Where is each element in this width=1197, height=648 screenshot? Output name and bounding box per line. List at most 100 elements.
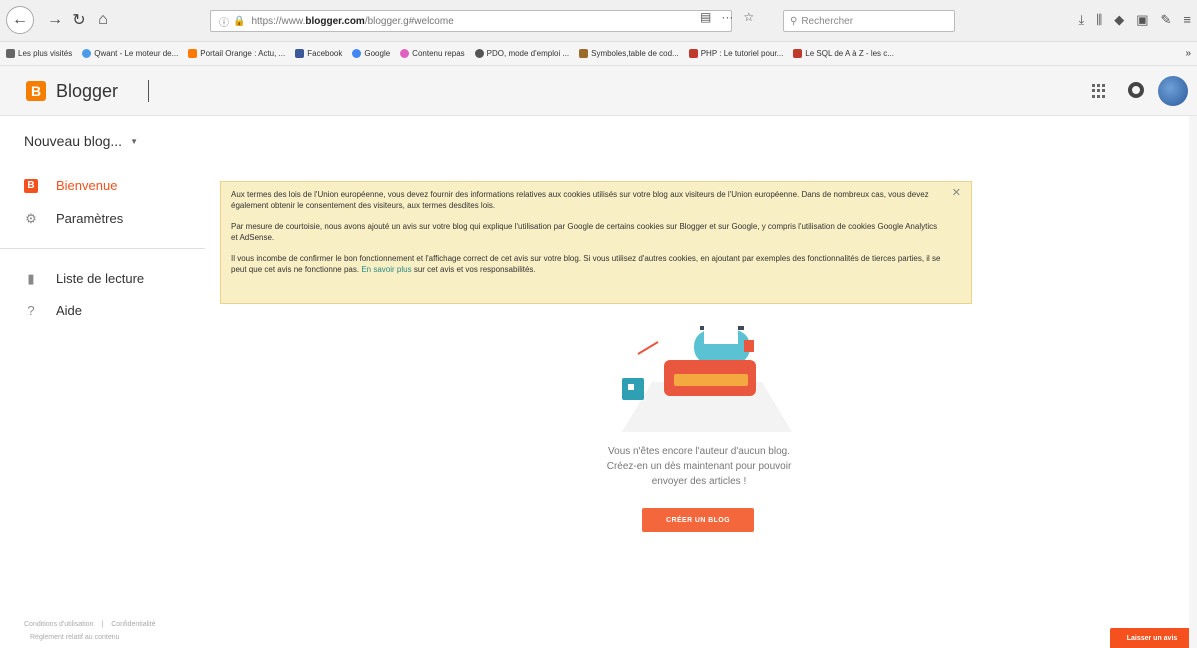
download-icon[interactable]: ⤓ [1078, 12, 1084, 28]
typewriter-illustration [622, 326, 792, 432]
openclassrooms-icon [688, 49, 698, 58]
home-button[interactable]: ⌂ [90, 7, 116, 33]
bookmark-item[interactable]: Facebook [295, 49, 342, 58]
bookmark-label: Portail Orange : Actu, ... [200, 49, 286, 58]
sidebar-item-bienvenue[interactable]: B Bienvenue [24, 178, 117, 193]
avatar[interactable] [1158, 76, 1188, 106]
terms-link[interactable]: Conditions d'utilisation [24, 621, 93, 628]
url-actions: ▤ ··· ☆ [700, 10, 754, 24]
facebook-icon [295, 49, 305, 58]
app-header: B Blogger [0, 66, 1197, 116]
url-host: blogger.com [305, 15, 365, 27]
notice-paragraph-2: Par mesure de courtoisie, nous avons ajo… [231, 222, 938, 242]
bookmark-item[interactable]: Portail Orange : Actu, ... [188, 49, 285, 58]
notice-paragraph-1: Aux termes des lois de l'Union européenn… [231, 190, 929, 210]
gear-icon [6, 49, 15, 58]
bookmark-star-icon[interactable]: ☆ [743, 10, 754, 24]
reload-button[interactable]: ↻ [66, 7, 92, 33]
bookmark-item[interactable]: Qwant - Le moteur de... [82, 49, 178, 58]
blog-selector[interactable]: Nouveau blog... ▼ [24, 133, 138, 149]
notice-paragraph-3: Il vous incombe de confirmer le bon fonc… [231, 253, 941, 275]
bookmark-label: PHP : Le tutoriel pour... [700, 49, 784, 58]
content-policy-link[interactable]: Règlement relatif au contenu [30, 634, 120, 641]
bookmark-item[interactable]: Google [352, 49, 390, 58]
info-icon[interactable]: ⓘ [219, 14, 229, 29]
scrollbar[interactable] [1189, 116, 1197, 648]
globe-icon [474, 49, 484, 58]
more-bookmarks-icon[interactable]: » [1185, 48, 1191, 59]
sidebar-item-label: Liste de lecture [56, 271, 145, 286]
blog-selector-label: Nouveau blog... [24, 133, 123, 149]
close-icon[interactable]: ✕ [952, 188, 961, 199]
empty-line-1: Vous n'êtes encore l'auteur d'aucun blog… [608, 446, 790, 457]
bookmarks-bar: Les plus visités Qwant - Le moteur de...… [0, 42, 1197, 66]
sync-icon[interactable]: ✎ [1161, 12, 1172, 28]
toolbar-right-icons: ⤓ ⫼ ◆ ▣ ✎ ≡ [1078, 12, 1191, 28]
empty-line-3: envoyer des articles ! [651, 476, 747, 487]
bookmark-item[interactable]: Les plus visités [6, 49, 72, 58]
menu-icon[interactable]: ≡ [1183, 12, 1191, 28]
bookmark-label: Symboles,table de cod... [591, 49, 679, 58]
cookie-notice: Aux termes des lois de l'Union européenn… [220, 181, 972, 304]
lock-icon: 🔒 [233, 15, 246, 27]
qwant-icon [82, 49, 92, 58]
sidebar-footer: Conditions d'utilisation | Confidentialit… [24, 621, 156, 641]
sidebar-item-label: Aide [56, 303, 83, 318]
gear-icon: ⚙ [25, 210, 37, 226]
content-icon [400, 49, 410, 58]
sidebar-divider [0, 248, 205, 249]
openclassrooms-icon [793, 49, 803, 58]
bookmark-label: Google [364, 49, 391, 58]
bookmark-label: Qwant - Le moteur de... [94, 49, 179, 58]
bookmark-item[interactable]: Le SQL de A à Z - les c... [793, 49, 894, 58]
caret-down-icon: ▼ [130, 136, 138, 146]
empty-state-message: Vous n'êtes encore l'auteur d'aucun blog… [570, 444, 828, 489]
library-icon[interactable]: ⫼ [1096, 12, 1102, 28]
sidebar-icon[interactable]: ▣ [1136, 12, 1148, 28]
bookmark-label: Les plus visités [18, 49, 73, 58]
bookmark-label: Le SQL de A à Z - les c... [805, 49, 894, 58]
create-blog-button[interactable]: CRÉER UN BLOG [642, 508, 754, 532]
bookmark-item[interactable]: Symboles,table de cod... [579, 49, 679, 58]
bookmark-item[interactable]: Contenu repas [400, 49, 465, 58]
page-actions-icon[interactable]: ··· [721, 10, 733, 24]
empty-line-2: Créez-en un dès maintenant pour pouvoir [606, 461, 792, 472]
header-divider [148, 80, 149, 102]
url-prefix: https://www. [251, 15, 306, 27]
browser-toolbar: ← → ↻ ⌂ ⓘ 🔒 https://www. blogger.com/blog… [0, 0, 1197, 42]
notifications-icon[interactable] [1128, 82, 1144, 98]
notice-text: Il vous incombe de confirmer le bon fonc… [231, 254, 941, 274]
blogger-icon: B [24, 178, 38, 193]
google-icon [352, 49, 362, 58]
sidebar-item-liste-de-lecture[interactable]: ▮ Liste de lecture [24, 270, 145, 287]
apps-grid-icon[interactable] [1092, 84, 1106, 98]
brand-name[interactable]: Blogger [56, 81, 118, 102]
bookmark-icon: ▮ [27, 270, 35, 286]
extension-icon[interactable]: ◆ [1114, 12, 1124, 28]
bookmark-label: PDO, mode d'emploi ... [486, 49, 570, 58]
sidebar-item-label: Bienvenue [56, 178, 118, 193]
orange-icon [188, 49, 198, 58]
privacy-link[interactable]: Confidentialité [111, 621, 155, 628]
url-path: /blogger.g#welcome [364, 15, 454, 27]
reader-view-icon[interactable]: ▤ [700, 10, 711, 24]
learn-more-link[interactable]: En savoir plus [361, 265, 411, 274]
bookmark-item[interactable]: PDO, mode d'emploi ... [474, 49, 570, 58]
url-bar[interactable]: ⓘ 🔒 https://www. blogger.com/blogger.g#we… [210, 10, 732, 32]
search-input[interactable]: ⚲ Rechercher [783, 10, 955, 32]
search-placeholder: Rechercher [801, 15, 854, 27]
sidebar-item-label: Paramètres [56, 211, 124, 226]
forward-button[interactable]: → [42, 7, 68, 33]
bookmark-label: Contenu repas [412, 49, 465, 58]
back-button[interactable]: ← [6, 6, 34, 34]
sidebar-item-parametres[interactable]: ⚙ Paramètres [24, 210, 124, 227]
blogger-logo-icon[interactable]: B [26, 81, 46, 101]
sidebar-item-aide[interactable]: ? Aide [24, 303, 82, 318]
symbol-icon [579, 49, 589, 58]
feedback-button[interactable]: Laisser un avis [1110, 628, 1194, 648]
notice-text: sur cet avis et vos responsabilités. [413, 265, 536, 274]
help-icon: ? [27, 303, 35, 318]
search-icon: ⚲ [790, 15, 798, 27]
bookmark-item[interactable]: PHP : Le tutoriel pour... [688, 49, 784, 58]
bookmark-label: Facebook [307, 49, 343, 58]
